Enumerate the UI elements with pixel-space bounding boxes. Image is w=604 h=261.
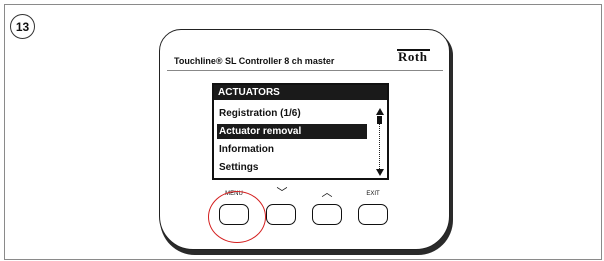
exit-button-label: EXIT <box>366 191 380 197</box>
menu-button[interactable] <box>219 204 249 225</box>
device-title: Touchline® SL Controller 8 ch master <box>174 56 335 66</box>
menu-item-settings[interactable]: Settings <box>217 160 258 175</box>
exit-button[interactable] <box>358 204 388 225</box>
scroll-down-arrow-icon <box>376 169 384 176</box>
scrollbar-thumb <box>377 116 382 124</box>
brand-logo: Roth <box>398 49 428 64</box>
scrollbar-track <box>379 124 380 173</box>
lcd-screen: ACTUATORS Registration (1/6) Actuator re… <box>212 83 389 180</box>
step-number-badge: 13 <box>10 14 35 39</box>
header-divider <box>167 70 443 71</box>
menu-item-information[interactable]: Information <box>217 142 274 157</box>
menu-button-label: MENU <box>225 191 243 197</box>
chevron-down-icon: ﹀ <box>276 186 288 199</box>
scroll-up-arrow-icon <box>376 108 384 115</box>
step-number: 13 <box>15 19 30 34</box>
menu-item-actuator-removal[interactable]: Actuator removal <box>217 124 367 139</box>
chevron-up-icon: ︿ <box>321 186 333 199</box>
screen-header: ACTUATORS <box>214 85 387 100</box>
down-button[interactable] <box>266 204 296 225</box>
menu-item-registration[interactable]: Registration (1/6) <box>217 106 301 121</box>
up-button[interactable] <box>312 204 342 225</box>
